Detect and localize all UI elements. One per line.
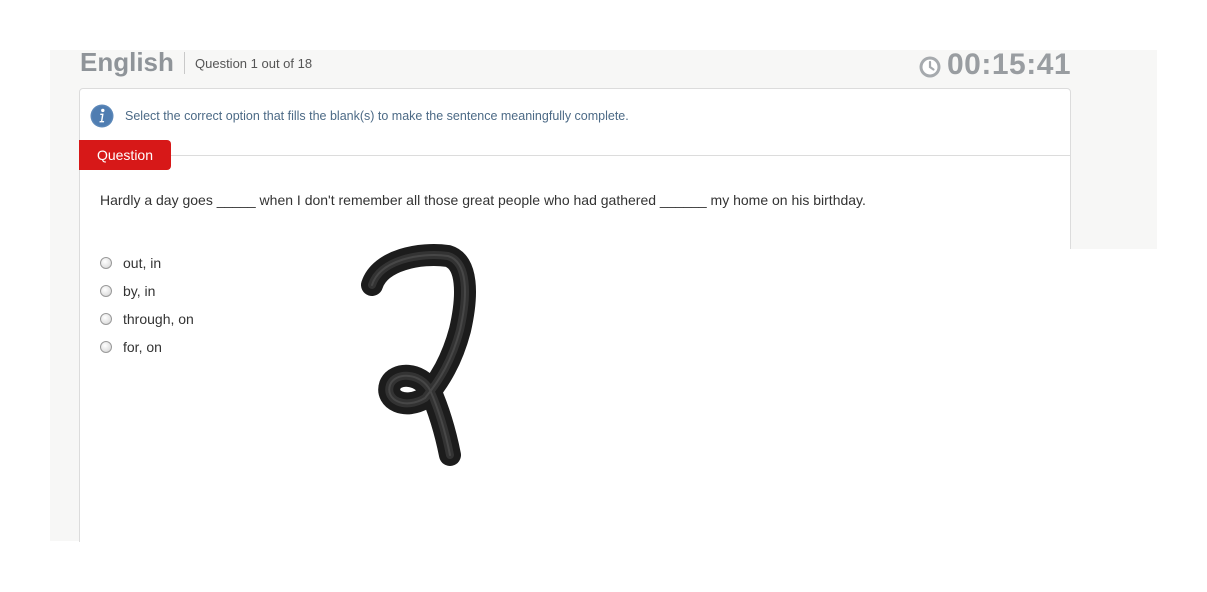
option-radio[interactable] (100, 313, 112, 325)
question-text: Hardly a day goes _____ when I don't rem… (100, 192, 866, 208)
option-1[interactable]: out, in (99, 249, 194, 277)
exam-panel-side (50, 249, 80, 541)
option-4[interactable]: for, on (99, 333, 194, 361)
option-radio[interactable] (100, 285, 112, 297)
timer-value: 00:15:41 (947, 48, 1072, 81)
clock-icon (919, 56, 941, 78)
option-label[interactable]: through, on (123, 311, 194, 327)
options-list: out, in by, in through, on for, on (99, 249, 194, 361)
info-icon (90, 104, 114, 128)
subject-title: English (80, 47, 174, 77)
header-divider (184, 52, 185, 74)
timer: 00:15:41 (918, 48, 1071, 82)
option-radio[interactable] (100, 257, 112, 269)
instruction-text: Select the correct option that fills the… (125, 109, 629, 123)
question-card (79, 88, 1071, 560)
option-radio[interactable] (100, 341, 112, 353)
option-3[interactable]: through, on (99, 305, 194, 333)
option-label[interactable]: by, in (123, 283, 155, 299)
brush-scribble-two (361, 244, 476, 466)
question-tab[interactable]: Question (79, 140, 171, 170)
option-label[interactable]: for, on (123, 339, 162, 355)
question-counter: Question 1 out of 18 (195, 56, 313, 71)
question-divider (80, 155, 1070, 156)
page-margin-right (1070, 249, 1207, 592)
option-label[interactable]: out, in (123, 255, 161, 271)
option-2[interactable]: by, in (99, 277, 194, 305)
page-margin-bottom (0, 542, 1207, 592)
